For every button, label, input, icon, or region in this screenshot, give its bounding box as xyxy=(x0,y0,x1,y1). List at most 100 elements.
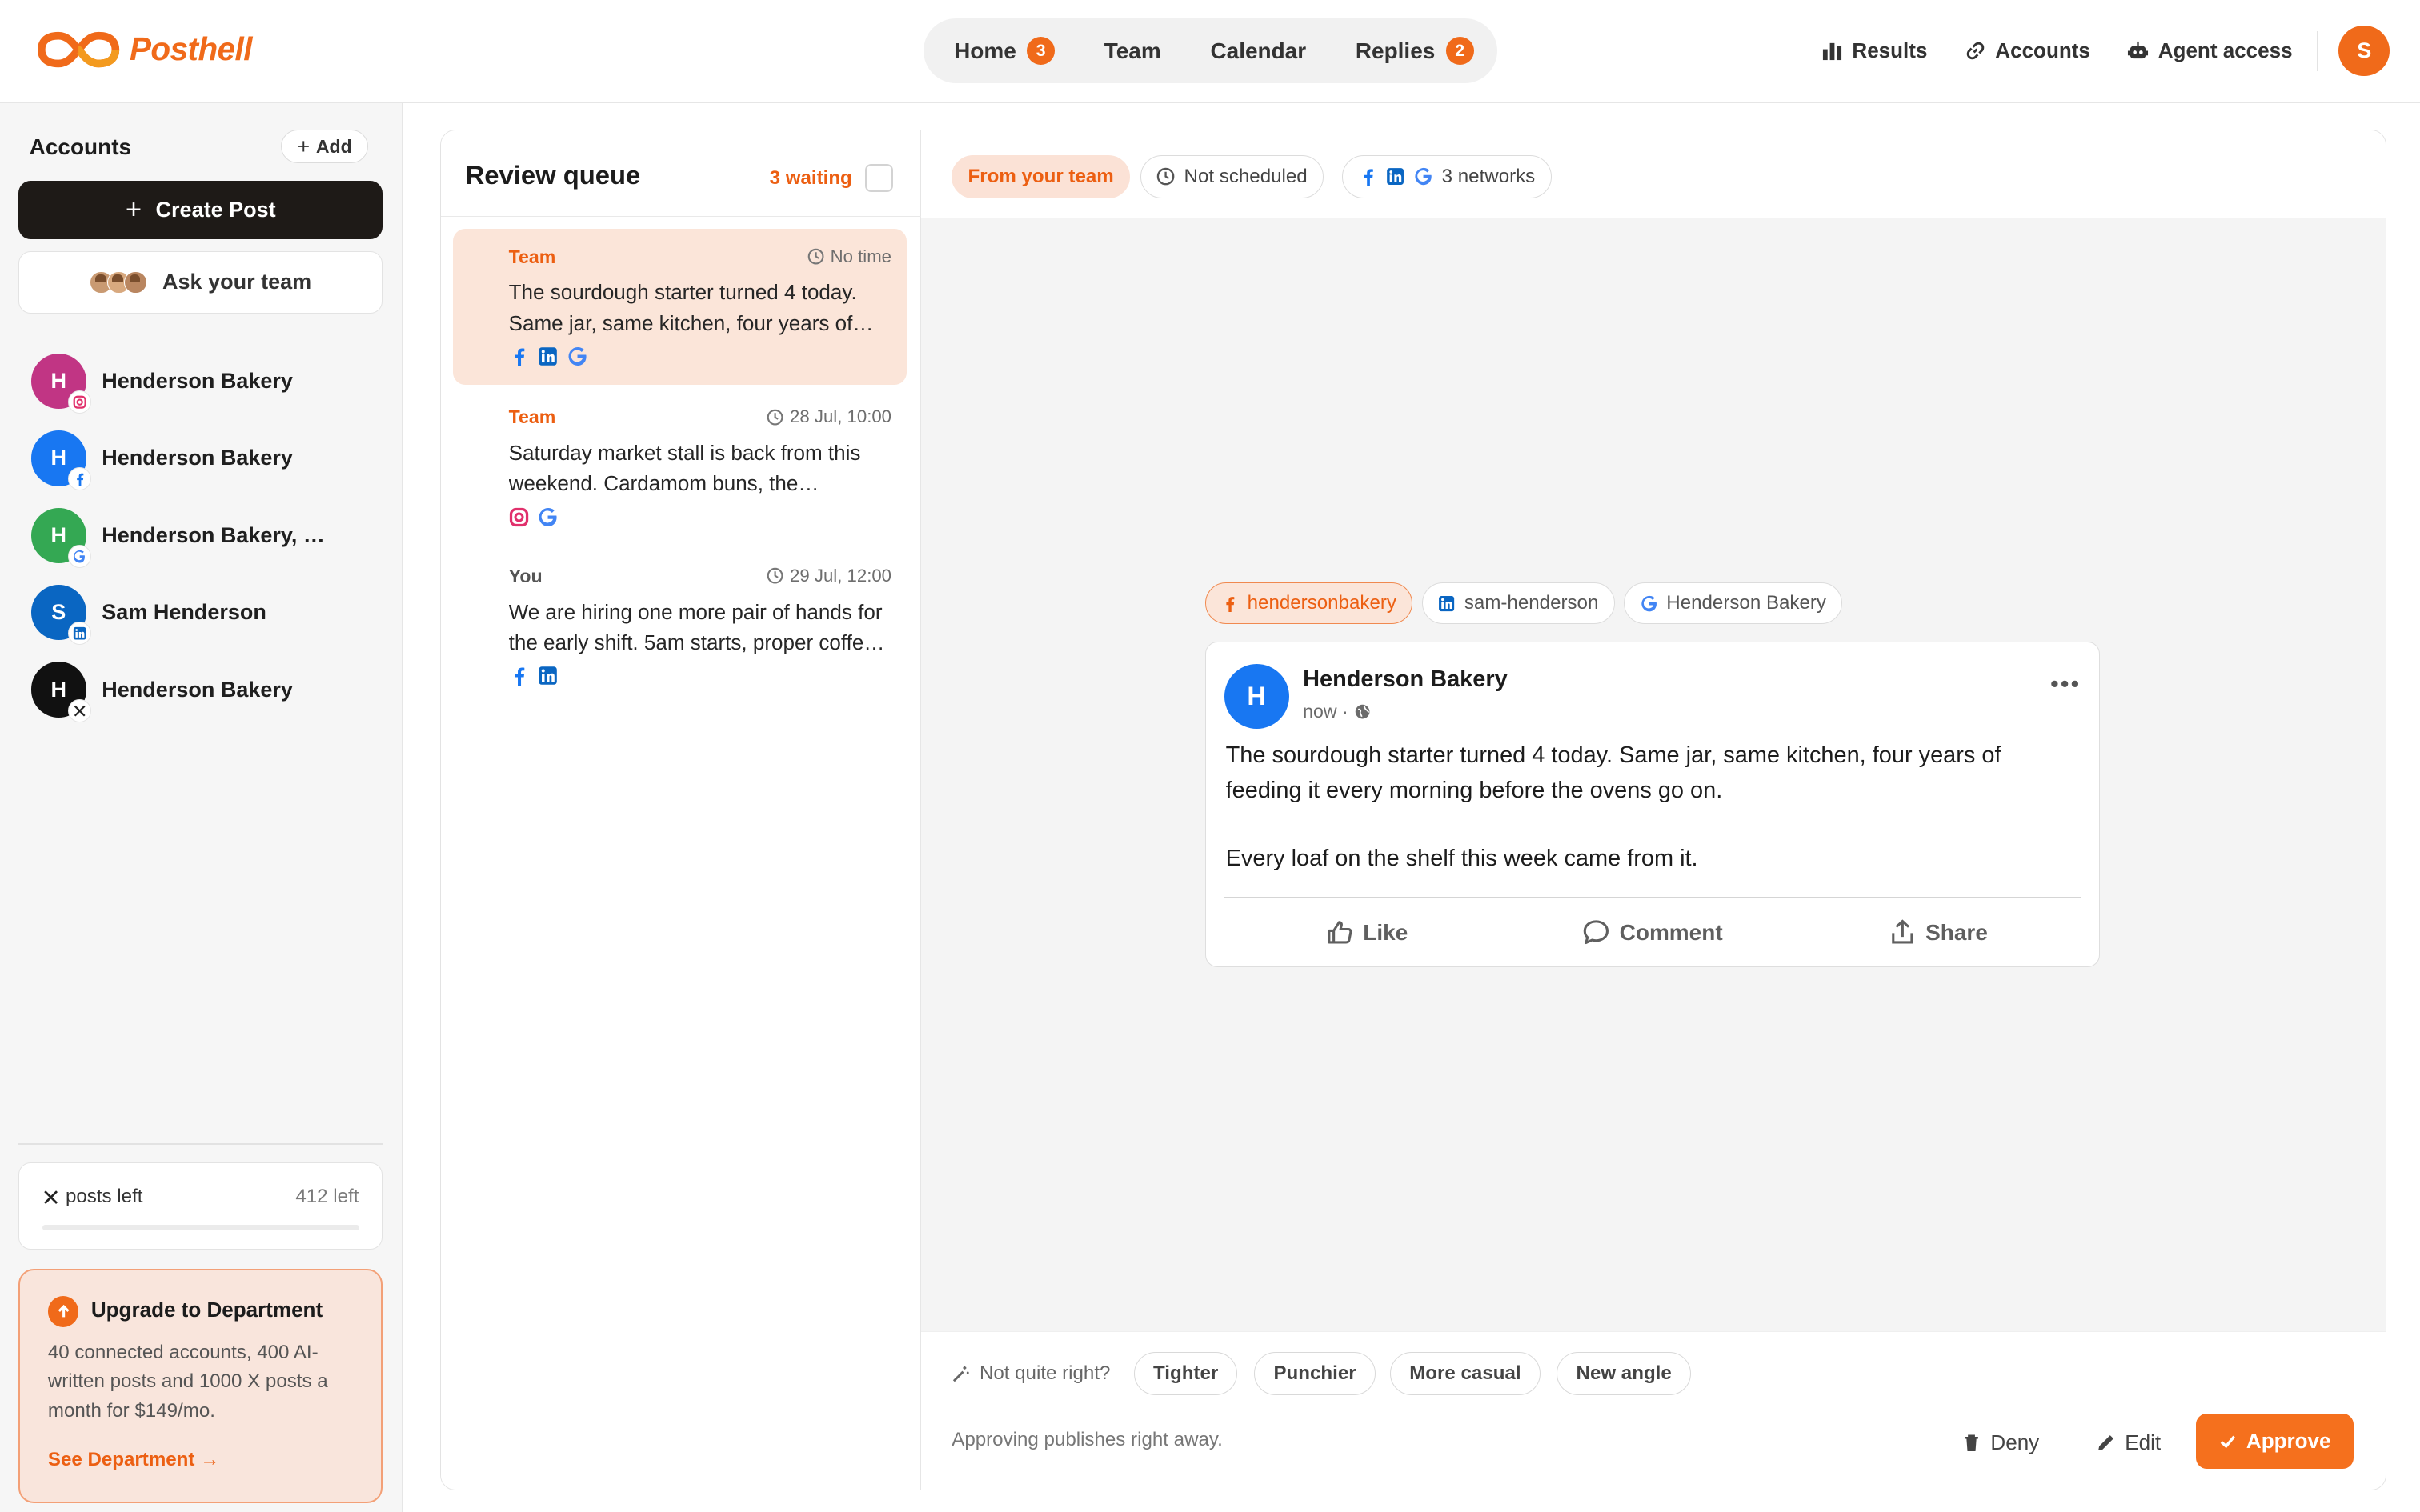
queue-item[interactable]: Team 28 Jul, 10:00 Saturday market stall… xyxy=(453,390,907,546)
avatar: H xyxy=(30,662,91,722)
nav-replies[interactable]: Replies 2 xyxy=(1337,26,1492,76)
thumbs-up-icon xyxy=(1328,921,1352,944)
queue-item[interactable]: Team No time The sourdough starter turne… xyxy=(453,229,908,386)
post-actions: Like Comment Share xyxy=(1224,896,2081,968)
google-icon xyxy=(539,507,557,526)
x-posts-count: 412 left xyxy=(295,1186,359,1208)
account-item[interactable]: H Henderson Bakery xyxy=(30,420,387,497)
nav-home[interactable]: Home 3 xyxy=(936,26,1073,76)
plus-icon: + xyxy=(125,194,142,225)
sidebar: Accounts + Add + Create Post Ask your te… xyxy=(0,103,403,1512)
edit-button[interactable]: Edit xyxy=(2096,1415,2161,1470)
like-button[interactable]: Like xyxy=(1224,898,1510,968)
tab-label: sam-henderson xyxy=(1464,592,1599,614)
google-icon xyxy=(568,347,587,366)
more-options-icon[interactable]: ••• xyxy=(2050,671,2081,696)
approve-button[interactable]: Approve xyxy=(2196,1414,2354,1470)
x-icon xyxy=(67,698,91,722)
linkedin-icon xyxy=(1387,168,1404,186)
results-label: Results xyxy=(1852,38,1928,63)
add-account-button[interactable]: + Add xyxy=(281,130,369,164)
approve-label: Approve xyxy=(2246,1429,2331,1454)
trash-icon xyxy=(1964,1434,1978,1452)
account-name: Henderson Bakery xyxy=(102,446,293,470)
tweak-punchier-button[interactable]: Punchier xyxy=(1254,1351,1376,1395)
account-name: Henderson Bakery, Bristol xyxy=(102,522,334,547)
x-posts-usage: posts left 412 left xyxy=(18,1162,383,1250)
post-paragraph: The sourdough starter turned 4 today. Sa… xyxy=(1225,742,2001,804)
linkedin-icon xyxy=(539,347,558,366)
nav-home-label: Home xyxy=(954,38,1016,63)
x-posts-label: posts left xyxy=(65,1186,143,1208)
account-name: Henderson Bakery xyxy=(102,368,293,393)
queue-item-text: Saturday market stall is back from this … xyxy=(508,440,861,496)
account-item[interactable]: S Sam Henderson xyxy=(30,574,387,651)
upgrade-body: 40 connected accounts, 400 AI-written po… xyxy=(47,1341,328,1422)
account-name: Sam Henderson xyxy=(102,600,266,625)
post-meta: now · xyxy=(1303,700,1348,722)
share-button[interactable]: Share xyxy=(1795,898,2081,968)
facebook-icon xyxy=(67,467,91,491)
top-right-actions: Results Accounts Agent access S xyxy=(1785,25,2390,78)
google-icon xyxy=(67,544,91,568)
agent-access-link[interactable]: Agent access xyxy=(2127,38,2293,63)
nav-team[interactable]: Team xyxy=(1086,26,1180,76)
queue-item-networks xyxy=(509,346,587,367)
select-all-checkbox[interactable] xyxy=(865,164,893,193)
avatar: H xyxy=(30,430,91,491)
tab-label: Henderson Bakery xyxy=(1666,592,1826,614)
edit-label: Edit xyxy=(2125,1430,2162,1455)
post-paragraph: Every loaf on the shelf this week came f… xyxy=(1225,846,1698,872)
google-icon xyxy=(1641,595,1657,612)
facebook-icon xyxy=(1226,596,1235,612)
instagram-icon xyxy=(509,507,528,526)
nav-replies-label: Replies xyxy=(1355,38,1436,63)
share-icon xyxy=(1892,919,1913,944)
tab-henderson-bakery-google[interactable]: Henderson Bakery xyxy=(1624,582,1843,625)
ask-team-button[interactable]: Ask your team xyxy=(18,251,383,314)
nav-calendar[interactable]: Calendar xyxy=(1192,26,1324,76)
post-page-name: Henderson Bakery xyxy=(1303,666,1508,693)
avatar: H xyxy=(30,507,91,568)
source-chip: From your team xyxy=(952,154,1130,198)
account-item[interactable]: H Henderson Bakery, Bristol xyxy=(30,497,387,574)
tweak-more-casual-button[interactable]: More casual xyxy=(1390,1351,1541,1395)
instagram-icon xyxy=(67,390,91,414)
comment-button[interactable]: Comment xyxy=(1510,898,1796,968)
account-item[interactable]: H Henderson Bakery xyxy=(30,342,387,419)
avatar: S xyxy=(30,585,91,646)
linkedin-icon xyxy=(1439,595,1455,611)
robot-icon xyxy=(2128,42,2149,59)
preview-account-tabs: hendersonbakery sam-henderson Henderson … xyxy=(1204,582,1843,625)
create-post-button[interactable]: + Create Post xyxy=(18,180,383,239)
logo-text: Posthell xyxy=(130,30,252,68)
queue-item[interactable]: You 29 Jul, 12:00 We are hiring one more… xyxy=(453,549,907,705)
tab-hendersonbakery[interactable]: hendersonbakery xyxy=(1204,582,1413,625)
tweak-tighter-button[interactable]: Tighter xyxy=(1133,1351,1238,1395)
google-icon xyxy=(1415,168,1432,186)
queue-item-networks xyxy=(509,507,559,527)
see-department-link[interactable]: See Department → xyxy=(48,1449,219,1471)
networks-chip[interactable]: 3 networks xyxy=(1342,154,1552,198)
deny-label: Deny xyxy=(1990,1430,2040,1455)
results-link[interactable]: Results xyxy=(1821,38,1928,63)
accounts-link[interactable]: Accounts xyxy=(1965,38,2090,63)
accounts-label: Accounts xyxy=(1995,38,2090,63)
arrow-up-icon xyxy=(47,1296,79,1327)
replies-count-badge: 2 xyxy=(1445,37,1474,65)
logo[interactable]: Posthell xyxy=(37,30,252,70)
clock-icon xyxy=(767,409,783,426)
waiting-count: 3 waiting xyxy=(769,167,852,190)
account-item[interactable]: H Henderson Bakery xyxy=(30,651,387,728)
tab-sam-henderson[interactable]: sam-henderson xyxy=(1421,582,1615,625)
facebook-icon xyxy=(515,667,524,686)
x-icon xyxy=(44,1190,58,1204)
schedule-chip[interactable]: Not scheduled xyxy=(1140,154,1324,198)
deny-button[interactable]: Deny xyxy=(1961,1415,2039,1470)
link-icon xyxy=(1966,42,1984,60)
tweak-new-angle-button[interactable]: New angle xyxy=(1557,1351,1691,1395)
post-preview: From your team Not scheduled 3 networks … xyxy=(920,130,2386,1490)
plus-icon: + xyxy=(297,134,311,158)
user-avatar[interactable]: S xyxy=(2338,25,2390,77)
ask-team-label: Ask your team xyxy=(162,270,312,294)
